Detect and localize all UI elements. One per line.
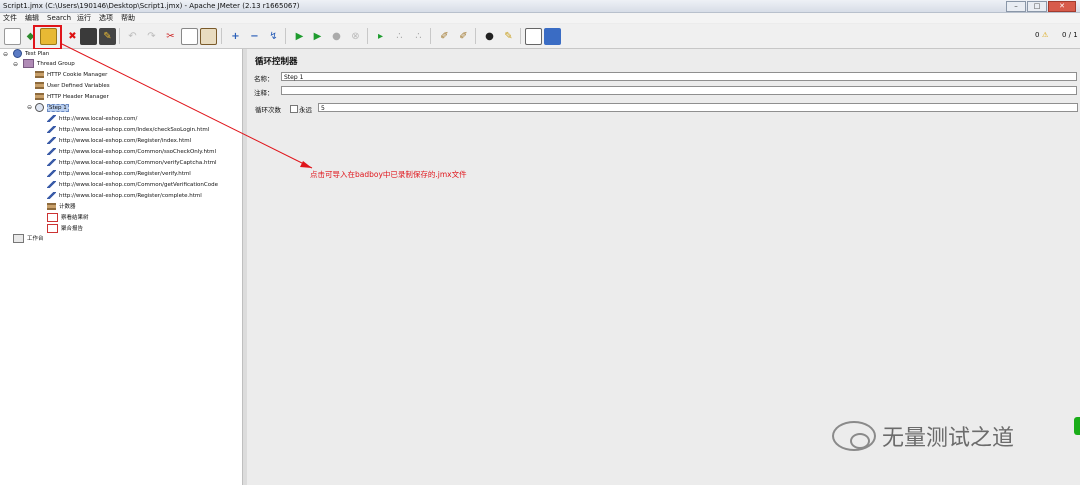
undo-icon[interactable]: ↶ [124,28,141,45]
collapse-icon[interactable]: − [246,28,263,45]
minimize-button[interactable]: – [1006,1,1026,12]
start-no-pause-icon[interactable]: ▶ [309,28,326,45]
tree-sampler[interactable]: http://www.local-eshop.com/Register/inde… [47,136,191,146]
close-icon[interactable]: ✖ [64,28,81,45]
loop-count-label: 循环次数 [255,106,281,114]
save-icon[interactable] [80,28,97,45]
tree-test-plan[interactable]: Test Plan [13,49,49,59]
side-tab[interactable] [1074,417,1080,435]
watermark-text: 无量测试之道 [882,426,1015,451]
tree-cookie-manager[interactable]: HTTP Cookie Manager [35,70,107,80]
tree-sampler[interactable]: http://www.local-eshop.com/Common/getVer… [47,180,218,190]
comment-field[interactable] [281,86,1077,95]
tree-sampler[interactable]: http://www.local-eshop.com/Common/ssoChe… [47,147,216,157]
clear-all-icon[interactable]: ✐ [455,28,472,45]
expand-toggle[interactable]: ⊖ [27,104,32,111]
tree-step-1[interactable]: Step 1 [35,103,69,113]
expand-toggle[interactable]: ⊖ [3,51,8,58]
listener-icon [47,213,58,222]
comment-label: 注释： [254,89,274,97]
redo-icon[interactable]: ↷ [143,28,160,45]
search-icon[interactable]: ● [481,28,498,45]
tree-sampler[interactable]: http://www.local-eshop.com/Common/verify… [47,158,217,168]
tree-results-tree[interactable]: 察看结果树 [47,213,89,223]
save-as-icon[interactable]: ✎ [99,28,116,45]
open-button-highlight [33,25,62,50]
tree-sampler[interactable]: http://www.local-eshop.com/Register/comp… [47,191,202,201]
annotation-text: 点击可导入在badboy中已录制保存的.jmx文件 [310,170,467,179]
start-icon[interactable]: ▶ [291,28,308,45]
name-label: 名称： [254,75,274,83]
http-sampler-icon [47,126,56,133]
menu-run[interactable]: 运行 [77,13,91,23]
warning-icon[interactable]: ⚠ [1042,31,1048,39]
http-sampler-icon [47,115,56,122]
help-icon[interactable] [544,28,561,45]
forever-label: 永远 [299,106,312,114]
listener-icon [47,224,58,233]
menu-file[interactable]: 文件 [3,13,17,23]
thread-group-icon [23,59,34,68]
config-icon [35,82,44,89]
tree-aggregate-report[interactable]: 聚合报告 [47,224,83,234]
copy-icon[interactable] [181,28,198,45]
menu-bar: 文件 编辑 Search 运行 选项 帮助 [0,13,1080,23]
menu-edit[interactable]: 编辑 [25,13,39,23]
clear-icon[interactable]: ✐ [436,28,453,45]
config-icon [47,203,56,210]
tree-workbench[interactable]: 工作台 [13,234,44,244]
close-window-button[interactable]: ✕ [1048,1,1076,12]
shutdown-icon[interactable]: ⊗ [347,28,364,45]
menu-help[interactable]: 帮助 [121,13,135,23]
tree-sampler[interactable]: http://www.local-eshop.com/ [47,114,137,124]
wechat-icon [832,421,876,451]
window-controls: – □ ✕ [1006,1,1076,12]
tree-user-vars[interactable]: User Defined Variables [35,81,110,91]
workbench-icon [13,234,24,243]
thread-count: 0 / 1 [1062,31,1078,39]
config-icon [35,93,44,100]
paste-icon[interactable] [200,28,217,45]
new-icon[interactable] [4,28,21,45]
http-sampler-icon [47,137,56,144]
toolbar: ◆ ✖ ✎ ↶ ↷ ✂ + − ↯ ▶ ▶ ● ⊗ ▸ ∴ ∴ ✐ ✐ ● ✎ … [0,24,1080,49]
watermark: 无量测试之道 [832,420,1014,452]
tree-sampler[interactable]: http://www.local-eshop.com/Register/veri… [47,169,191,179]
function-helper-icon[interactable] [525,28,542,45]
http-sampler-icon [47,181,56,188]
name-field[interactable]: Step 1 [281,72,1077,81]
window-title: Script1.jmx (C:\Users\190146\Desktop\Scr… [3,2,300,10]
config-icon [35,71,44,78]
forever-checkbox[interactable] [290,105,298,113]
menu-search[interactable]: Search [47,13,71,23]
warning-count: 0 [1035,31,1040,39]
http-sampler-icon [47,148,56,155]
tree-header-manager[interactable]: HTTP Header Manager [35,92,109,102]
stop-icon[interactable]: ● [328,28,345,45]
http-sampler-icon [47,159,56,166]
remote-stop-icon[interactable]: ∴ [391,28,408,45]
http-sampler-icon [47,170,56,177]
reset-search-icon[interactable]: ✎ [500,28,517,45]
loop-controller-icon [35,103,44,112]
split-pane-divider[interactable] [243,49,247,485]
window-titlebar: Script1.jmx (C:\Users\190146\Desktop\Scr… [0,0,1080,13]
loop-count-field[interactable]: 5 [318,103,1078,112]
tree-sampler[interactable]: http://www.local-eshop.com/Index/checkSs… [47,125,209,135]
http-sampler-icon [47,192,56,199]
tree-thread-group[interactable]: Thread Group [23,59,75,69]
remote-shutdown-icon[interactable]: ∴ [410,28,427,45]
maximize-button[interactable]: □ [1027,1,1047,12]
cut-icon[interactable]: ✂ [162,28,179,45]
expand-toggle[interactable]: ⊖ [13,61,18,68]
tree-counter[interactable]: 计数器 [47,202,76,212]
toggle-icon[interactable]: ↯ [265,28,282,45]
panel-title: 循环控制器 [255,57,298,67]
test-plan-tree: ⊖ Test Plan ⊖ Thread Group HTTP Cookie M… [0,49,243,485]
remote-start-icon[interactable]: ▸ [372,28,389,45]
expand-icon[interactable]: + [227,28,244,45]
menu-options[interactable]: 选项 [99,13,113,23]
test-plan-icon [13,49,22,58]
